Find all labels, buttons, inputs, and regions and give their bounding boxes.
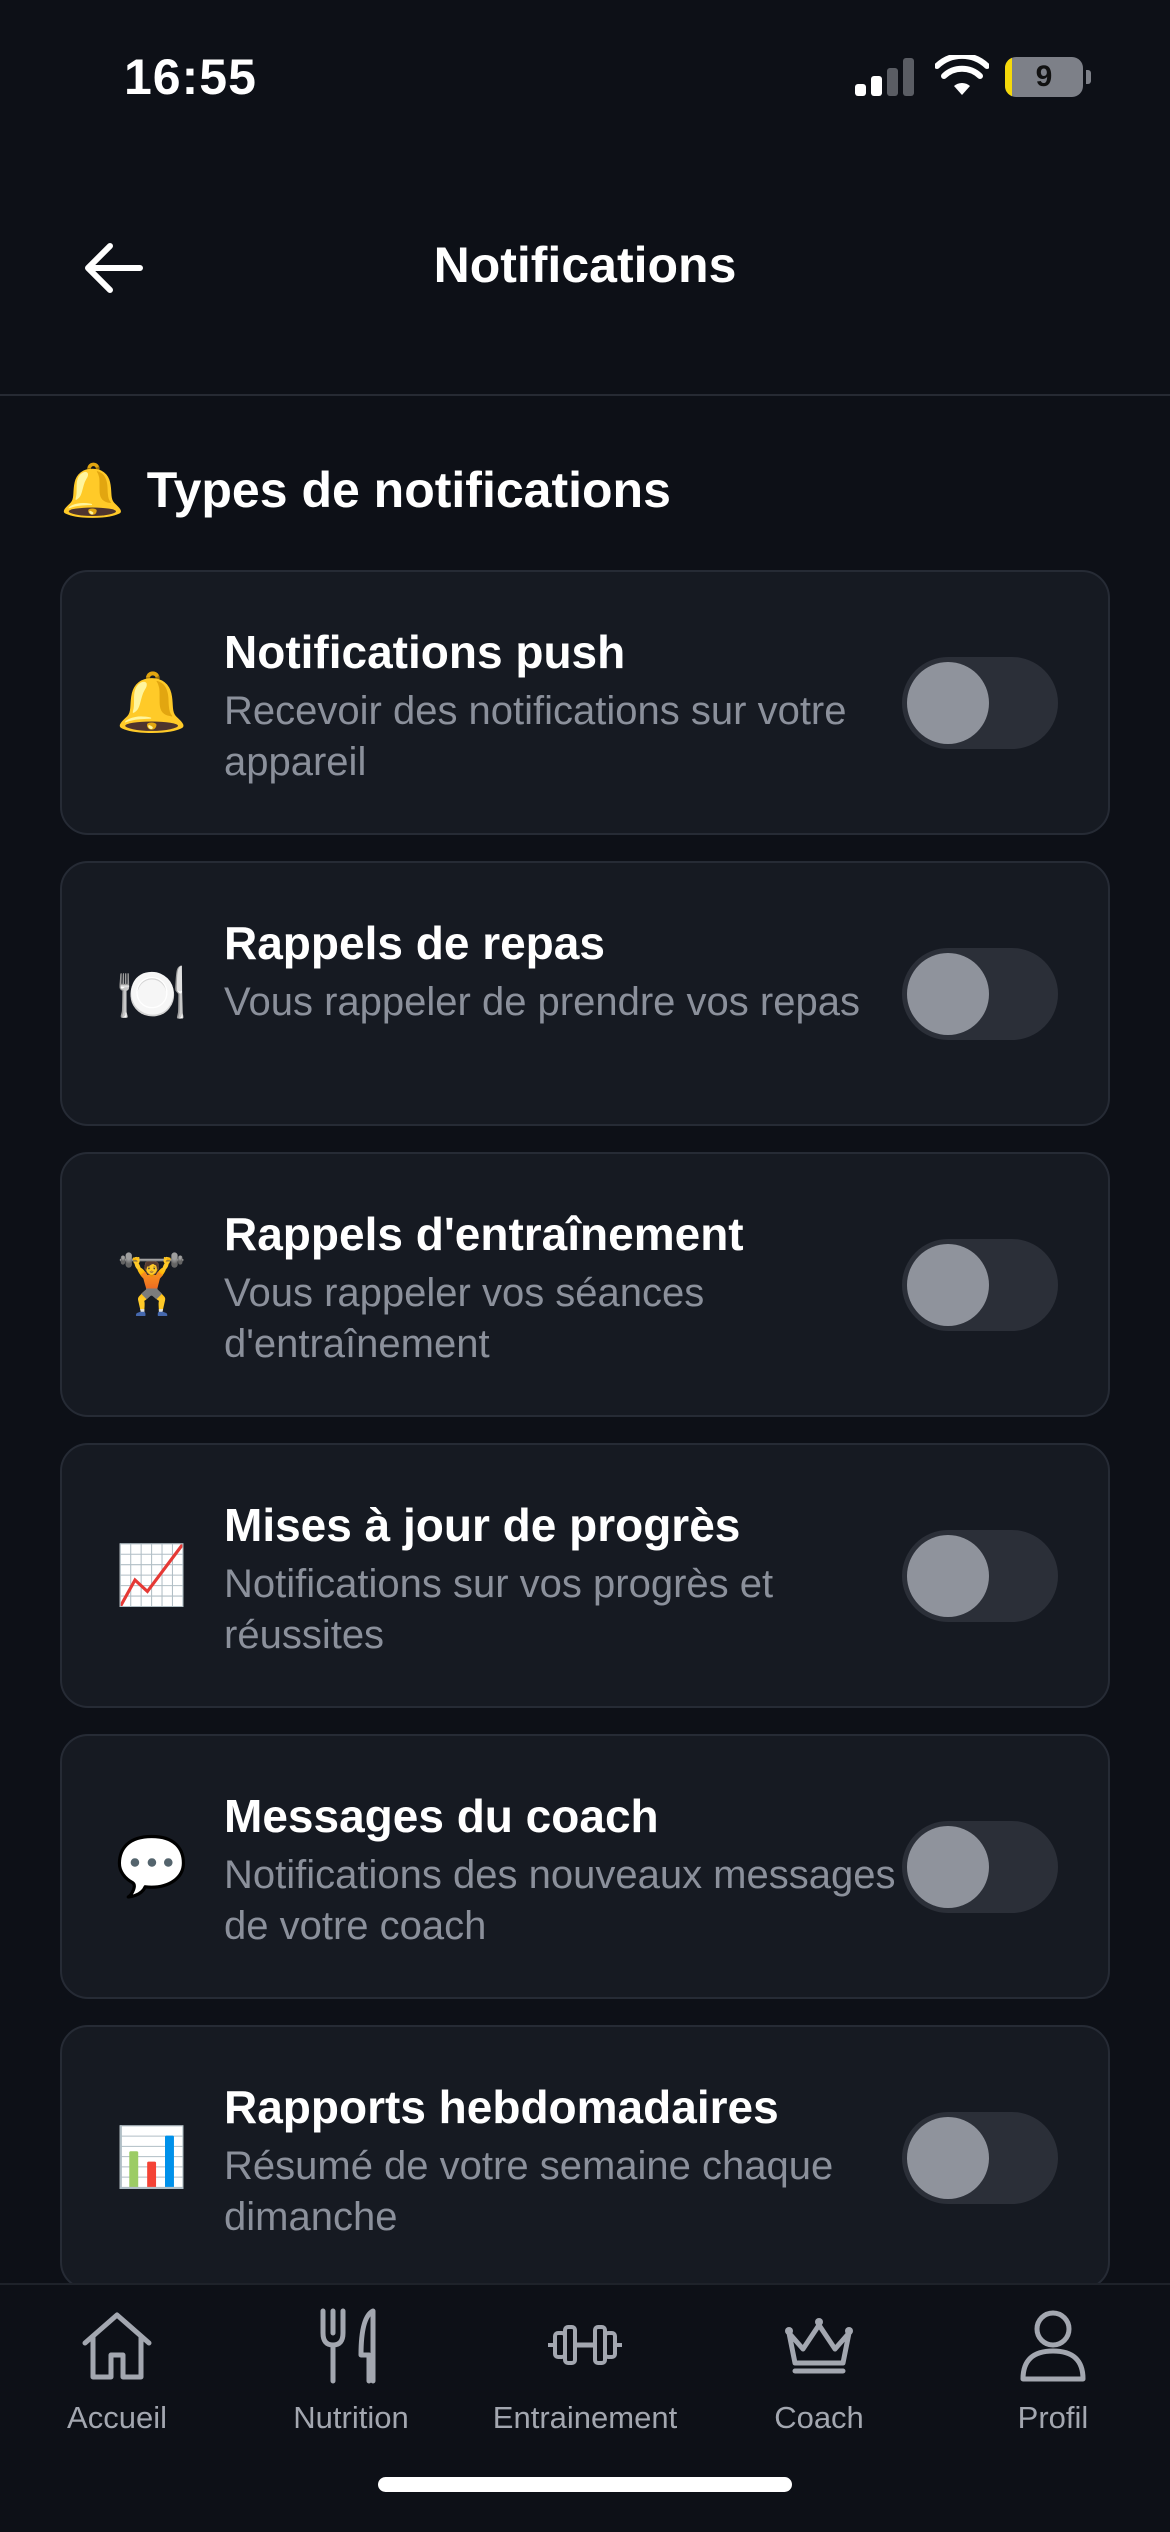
status-time: 16:55: [124, 49, 257, 105]
signal-icon: [855, 58, 915, 96]
progress-emoji-icon: 📈: [115, 1542, 189, 1608]
nav-item-profil[interactable]: Profil: [936, 2305, 1170, 2455]
setting-card-weekly: 📊 Rapports hebdomadaires Résumé de votre s…: [60, 2025, 1110, 2290]
toggle-weekly[interactable]: [902, 2111, 1058, 2204]
setting-title: Rappels de repas: [224, 917, 605, 969]
battery-icon: 9: [1005, 57, 1091, 97]
crown-icon: [785, 2318, 853, 2374]
setting-description: Vous rappeler de prendre vos repas: [224, 980, 860, 1024]
workouts-emoji-icon: 🏋️: [115, 1251, 189, 1317]
home-indicator: [378, 2477, 792, 2492]
coach-emoji-icon: 💬: [115, 1833, 189, 1899]
setting-title: Mises à jour de progrès: [224, 1499, 741, 1551]
top-app-bar: Notifications: [0, 150, 1170, 396]
section-title-text: Types de notifications: [146, 462, 671, 518]
fork-knife-icon: [320, 2308, 376, 2384]
nav-label-profil: Profil: [1017, 2400, 1089, 2435]
setting-card-coach: 💬 Messages du coach Notifications des nouv…: [60, 1734, 1110, 1999]
bottom-navigation: Accueil Nutrition Entrainement Coach Pro…: [0, 2283, 1170, 2532]
wifi-icon: [935, 55, 989, 95]
nav-item-accueil[interactable]: Accueil: [0, 2305, 234, 2455]
setting-title: Rappels d'entraînement: [224, 1208, 744, 1260]
dumbbell-icon: [548, 2325, 622, 2365]
toggle-progress[interactable]: [902, 1529, 1058, 1622]
setting-text: Mises à jour de progrès Notifications sur…: [224, 1497, 924, 1661]
nav-label-coach: Coach: [774, 2400, 864, 2435]
setting-card-workouts: 🏋️ Rappels d'entraînement Vous rappeler vo…: [60, 1152, 1110, 1417]
toggle-knob: [907, 1534, 989, 1617]
toggle-knob: [907, 1825, 989, 1908]
nav-item-entrainement[interactable]: Entrainement: [468, 2305, 702, 2455]
weekly-emoji-icon: 📊: [115, 2124, 189, 2190]
setting-description: Recevoir des notifications sur votre app…: [224, 689, 847, 784]
notifications-screen: 16:55 9 Notifications 🔔 Types de notific…: [0, 0, 1170, 2532]
nav-item-coach[interactable]: Coach: [702, 2305, 936, 2455]
toggle-knob: [907, 2116, 989, 2199]
setting-description: Résumé de votre semaine chaque dimanche: [224, 2144, 834, 2239]
setting-card-progress: 📈 Mises à jour de progrès Notifications su…: [60, 1443, 1110, 1708]
setting-text: Rappels d'entraînement Vous rappeler vos …: [224, 1206, 924, 1370]
section-title: 🔔 Types de notifications: [60, 455, 671, 525]
toggle-workouts[interactable]: [902, 1238, 1058, 1331]
setting-description: Notifications sur vos progrès et réussit…: [224, 1562, 774, 1657]
setting-title: Notifications push: [224, 626, 626, 678]
setting-description: Vous rappeler vos séances d'entraînement: [224, 1271, 705, 1366]
user-icon: [1020, 2310, 1086, 2382]
battery-level: 9: [1035, 60, 1053, 93]
setting-text: Notifications push Recevoir des notificat…: [224, 624, 924, 788]
page-title: Notifications: [433, 237, 737, 293]
setting-card-meals: 🍽️ Rappels de repas Vous rappeler de prend…: [60, 861, 1110, 1126]
setting-text: Messages du coach Notifications des nouve…: [224, 1788, 924, 1952]
setting-title: Messages du coach: [224, 1790, 659, 1842]
push-emoji-icon: 🔔: [115, 669, 189, 735]
toggle-knob: [907, 952, 989, 1035]
nav-label-nutrition: Nutrition: [293, 2400, 409, 2435]
nav-item-nutrition[interactable]: Nutrition: [234, 2305, 468, 2455]
meals-emoji-icon: 🍽️: [115, 960, 189, 1026]
bell-icon: 🔔: [60, 461, 125, 520]
setting-text: Rapports hebdomadaires Résumé de votre se…: [224, 2079, 924, 2243]
toggle-push[interactable]: [902, 656, 1058, 749]
toggle-knob: [907, 1243, 989, 1326]
nav-label-entrainement: Entrainement: [492, 2400, 678, 2435]
status-bar: 16:55 9: [0, 0, 1170, 150]
setting-description: Notifications des nouveaux messages de v…: [224, 1853, 896, 1948]
toggle-meals[interactable]: [902, 947, 1058, 1040]
setting-card-push: 🔔 Notifications push Recevoir des notifica…: [60, 570, 1110, 835]
notification-settings-list: 🔔 Notifications push Recevoir des notifica…: [60, 570, 1110, 2316]
setting-title: Rapports hebdomadaires: [224, 2081, 779, 2133]
toggle-coach[interactable]: [902, 1820, 1058, 1913]
home-icon: [82, 2312, 152, 2380]
setting-text: Rappels de repas Vous rappeler de prendre…: [224, 915, 924, 1028]
toggle-knob: [907, 661, 989, 744]
nav-label-accueil: Accueil: [67, 2400, 167, 2435]
